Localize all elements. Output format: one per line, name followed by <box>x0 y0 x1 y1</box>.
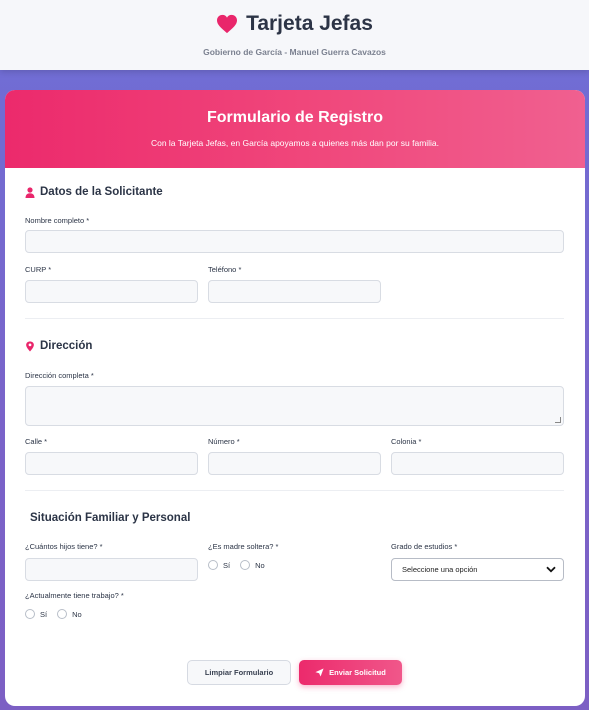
form-header: Formulario de Registro Con la Tarjeta Je… <box>5 90 585 168</box>
full-address-label: Dirección completa * <box>25 371 94 380</box>
app-subtitle: Gobierno de García - Manuel Guerra Cavaz… <box>203 47 386 57</box>
user-icon <box>25 186 35 198</box>
working-yes-option[interactable]: Sí <box>25 609 47 619</box>
map-pin-icon <box>26 340 34 352</box>
single-mother-label: ¿Es madre soltera? * <box>208 542 279 551</box>
radio-label: No <box>255 560 265 570</box>
form-description: Con la Tarjeta Jefas, en García apoyamos… <box>150 138 440 148</box>
brand: Tarjeta Jefas <box>0 12 589 36</box>
working-no-option[interactable]: No <box>57 609 82 619</box>
number-input[interactable] <box>208 452 381 475</box>
working-radio-group: Sí No <box>25 609 86 619</box>
education-select[interactable]: Seleccione una opción <box>391 558 564 581</box>
section-address-title: Dirección <box>25 340 92 352</box>
chevron-down-icon <box>546 566 556 573</box>
curp-input[interactable] <box>25 280 198 303</box>
working-label: ¿Actualmente tiene trabajo? * <box>25 591 124 600</box>
clear-form-button[interactable]: Limpiar Formulario <box>187 660 291 685</box>
neighborhood-input[interactable] <box>391 452 564 475</box>
resize-handle[interactable] <box>555 417 561 423</box>
heart-icon <box>217 14 238 34</box>
radio-label: Sí <box>223 560 231 570</box>
single-mother-radio-group: Sí No <box>208 560 269 570</box>
street-label: Calle * <box>25 437 48 446</box>
section-applicant-title: Datos de la Solicitante <box>25 186 163 198</box>
radio-label: No <box>72 609 82 619</box>
registration-card: Formulario de Registro Con la Tarjeta Je… <box>5 90 585 706</box>
phone-input[interactable] <box>208 280 381 303</box>
children-label: ¿Cuántos hijos tiene? * <box>25 542 103 551</box>
children-input[interactable] <box>25 558 198 581</box>
clear-form-label: Limpiar Formulario <box>204 668 274 677</box>
radio-label: Sí <box>40 609 48 619</box>
neighborhood-label: Colonia * <box>391 437 422 446</box>
full-name-input[interactable] <box>25 230 564 253</box>
section-applicant-label: Datos de la Solicitante <box>40 186 163 198</box>
radio-button[interactable] <box>25 609 35 619</box>
submit-label: Enviar Solicitud <box>329 668 386 677</box>
single-mother-yes-option[interactable]: Sí <box>208 560 230 570</box>
radio-button[interactable] <box>57 609 68 619</box>
curp-label: CURP * <box>25 265 52 274</box>
full-address-textarea[interactable] <box>25 386 564 426</box>
section-family-title: Situación Familiar y Personal <box>30 512 190 524</box>
section-address-label: Dirección <box>40 340 93 352</box>
submit-button[interactable]: Enviar Solicitud <box>299 660 402 685</box>
section-divider <box>25 318 564 319</box>
education-selected-value: Seleccione una opción <box>402 565 478 574</box>
radio-button[interactable] <box>240 560 251 570</box>
phone-label: Teléfono * <box>208 265 242 274</box>
number-label: Número * <box>208 437 240 446</box>
form-title: Formulario de Registro <box>206 109 384 126</box>
street-input[interactable] <box>25 452 198 475</box>
section-family-label: Situación Familiar y Personal <box>30 512 191 524</box>
full-name-label: Nombre completo * <box>25 216 90 225</box>
top-header: Tarjeta Jefas Gobierno de García - Manue… <box>0 0 589 70</box>
app-title: Tarjeta Jefas <box>246 12 373 35</box>
section-divider <box>25 490 564 491</box>
single-mother-no-option[interactable]: No <box>240 560 265 570</box>
radio-button[interactable] <box>208 560 218 570</box>
education-label: Grado de estudios * <box>391 542 458 551</box>
send-icon <box>315 668 324 677</box>
